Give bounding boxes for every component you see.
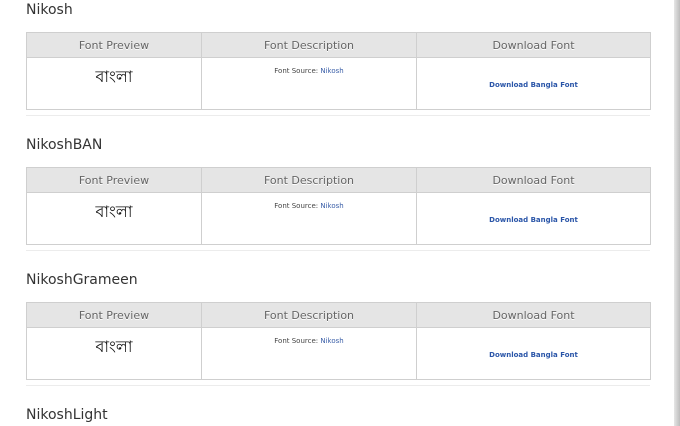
page: Nikosh Font Preview Font Description Dow… (0, 0, 680, 426)
download-cell: Download Bangla Font (416, 192, 651, 245)
font-title: NikoshGrameen (26, 272, 138, 288)
font-title: NikoshBAN (26, 137, 103, 153)
font-preview: বাংলা (26, 57, 202, 110)
table-row: বাংলা Font Source: Nikosh Download Bangl… (26, 57, 651, 110)
section-divider (26, 250, 650, 251)
font-description: Font Source: Nikosh (201, 327, 417, 380)
header-download-font: Download Font (416, 167, 651, 193)
table-header-row: Font Preview Font Description Download F… (26, 32, 651, 58)
header-font-preview: Font Preview (26, 167, 202, 193)
table-row: বাংলা Font Source: Nikosh Download Bangl… (26, 327, 651, 380)
font-preview: বাংলা (26, 327, 202, 380)
header-font-description: Font Description (201, 167, 417, 193)
font-source-link[interactable]: Nikosh (320, 202, 343, 210)
download-cell: Download Bangla Font (416, 57, 651, 110)
font-title: Nikosh (26, 2, 73, 18)
font-title: NikoshLight (26, 407, 108, 423)
font-source-label: Font Source: (274, 202, 319, 210)
section-divider (26, 385, 650, 386)
font-source-label: Font Source: (274, 337, 319, 345)
download-bangla-font-link[interactable]: Download Bangla Font (489, 216, 578, 224)
header-download-font: Download Font (416, 32, 651, 58)
header-font-preview: Font Preview (26, 302, 202, 328)
header-font-description: Font Description (201, 302, 417, 328)
header-font-preview: Font Preview (26, 32, 202, 58)
download-bangla-font-link[interactable]: Download Bangla Font (489, 81, 578, 89)
font-table: Font Preview Font Description Download F… (26, 167, 651, 245)
font-preview: বাংলা (26, 192, 202, 245)
font-source-link[interactable]: Nikosh (320, 337, 343, 345)
font-description: Font Source: Nikosh (201, 192, 417, 245)
table-header-row: Font Preview Font Description Download F… (26, 302, 651, 328)
font-description: Font Source: Nikosh (201, 57, 417, 110)
download-bangla-font-link[interactable]: Download Bangla Font (489, 351, 578, 359)
font-source-label: Font Source: (274, 67, 319, 75)
font-table: Font Preview Font Description Download F… (26, 32, 651, 110)
table-row: বাংলা Font Source: Nikosh Download Bangl… (26, 192, 651, 245)
download-cell: Download Bangla Font (416, 327, 651, 380)
section-divider (26, 115, 650, 116)
font-table: Font Preview Font Description Download F… (26, 302, 651, 380)
page-edge-shadow (674, 0, 680, 426)
table-header-row: Font Preview Font Description Download F… (26, 167, 651, 193)
header-font-description: Font Description (201, 32, 417, 58)
header-download-font: Download Font (416, 302, 651, 328)
font-source-link[interactable]: Nikosh (320, 67, 343, 75)
